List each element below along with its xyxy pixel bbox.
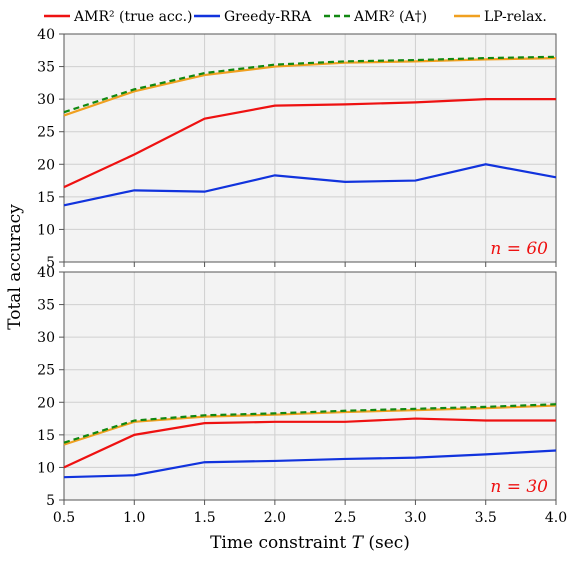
svg-text:10: 10: [37, 222, 55, 238]
panel-annotation: n = 30: [490, 477, 548, 497]
svg-text:4.0: 4.0: [545, 510, 567, 526]
legend-label: Greedy-RRA: [224, 9, 312, 25]
svg-text:1.5: 1.5: [193, 510, 215, 526]
svg-text:0.5: 0.5: [53, 510, 75, 526]
svg-text:15: 15: [37, 190, 55, 206]
svg-text:30: 30: [37, 92, 55, 108]
svg-text:3.0: 3.0: [404, 510, 426, 526]
x-axis-label: Time constraint T (sec): [210, 533, 410, 553]
svg-text:10: 10: [37, 460, 55, 476]
panel-annotation: n = 60: [490, 239, 548, 259]
svg-text:2.0: 2.0: [264, 510, 286, 526]
legend-label: AMR² (true acc.): [73, 9, 193, 25]
chart-figure: 5 10 15 20 25 30 35 40 n = 60 5 10 15 20 25 30 35 40 0.5 1…: [0, 0, 574, 584]
svg-text:25: 25: [37, 363, 55, 379]
legend-label: AMR² (A†): [353, 9, 427, 25]
svg-text:2.5: 2.5: [334, 510, 356, 526]
svg-text:20: 20: [37, 157, 55, 173]
legend-label: LP-relax.: [484, 9, 547, 25]
svg-text:35: 35: [37, 60, 55, 76]
legend: AMR² (true acc.) Greedy-RRA AMR² (A†) LP-re…: [44, 9, 547, 25]
svg-text:20: 20: [37, 395, 55, 411]
svg-text:1.0: 1.0: [123, 510, 145, 526]
chart-panel-0: 510152025303540n = 60: [37, 27, 556, 271]
svg-text:15: 15: [37, 428, 55, 444]
svg-text:5: 5: [46, 493, 55, 509]
svg-text:30: 30: [37, 330, 55, 346]
svg-text:35: 35: [37, 298, 55, 314]
chart-panel-1: 5 10 15 20 25 30 35 40 0.5 1.0 1.5 2.0 2.5 3.0 3.5 4.0 n…: [37, 265, 567, 526]
svg-text:25: 25: [37, 125, 55, 141]
svg-text:3.5: 3.5: [475, 510, 497, 526]
svg-text:40: 40: [37, 265, 55, 281]
svg-text:40: 40: [37, 27, 55, 43]
y-axis-label: Total accuracy: [5, 204, 25, 330]
